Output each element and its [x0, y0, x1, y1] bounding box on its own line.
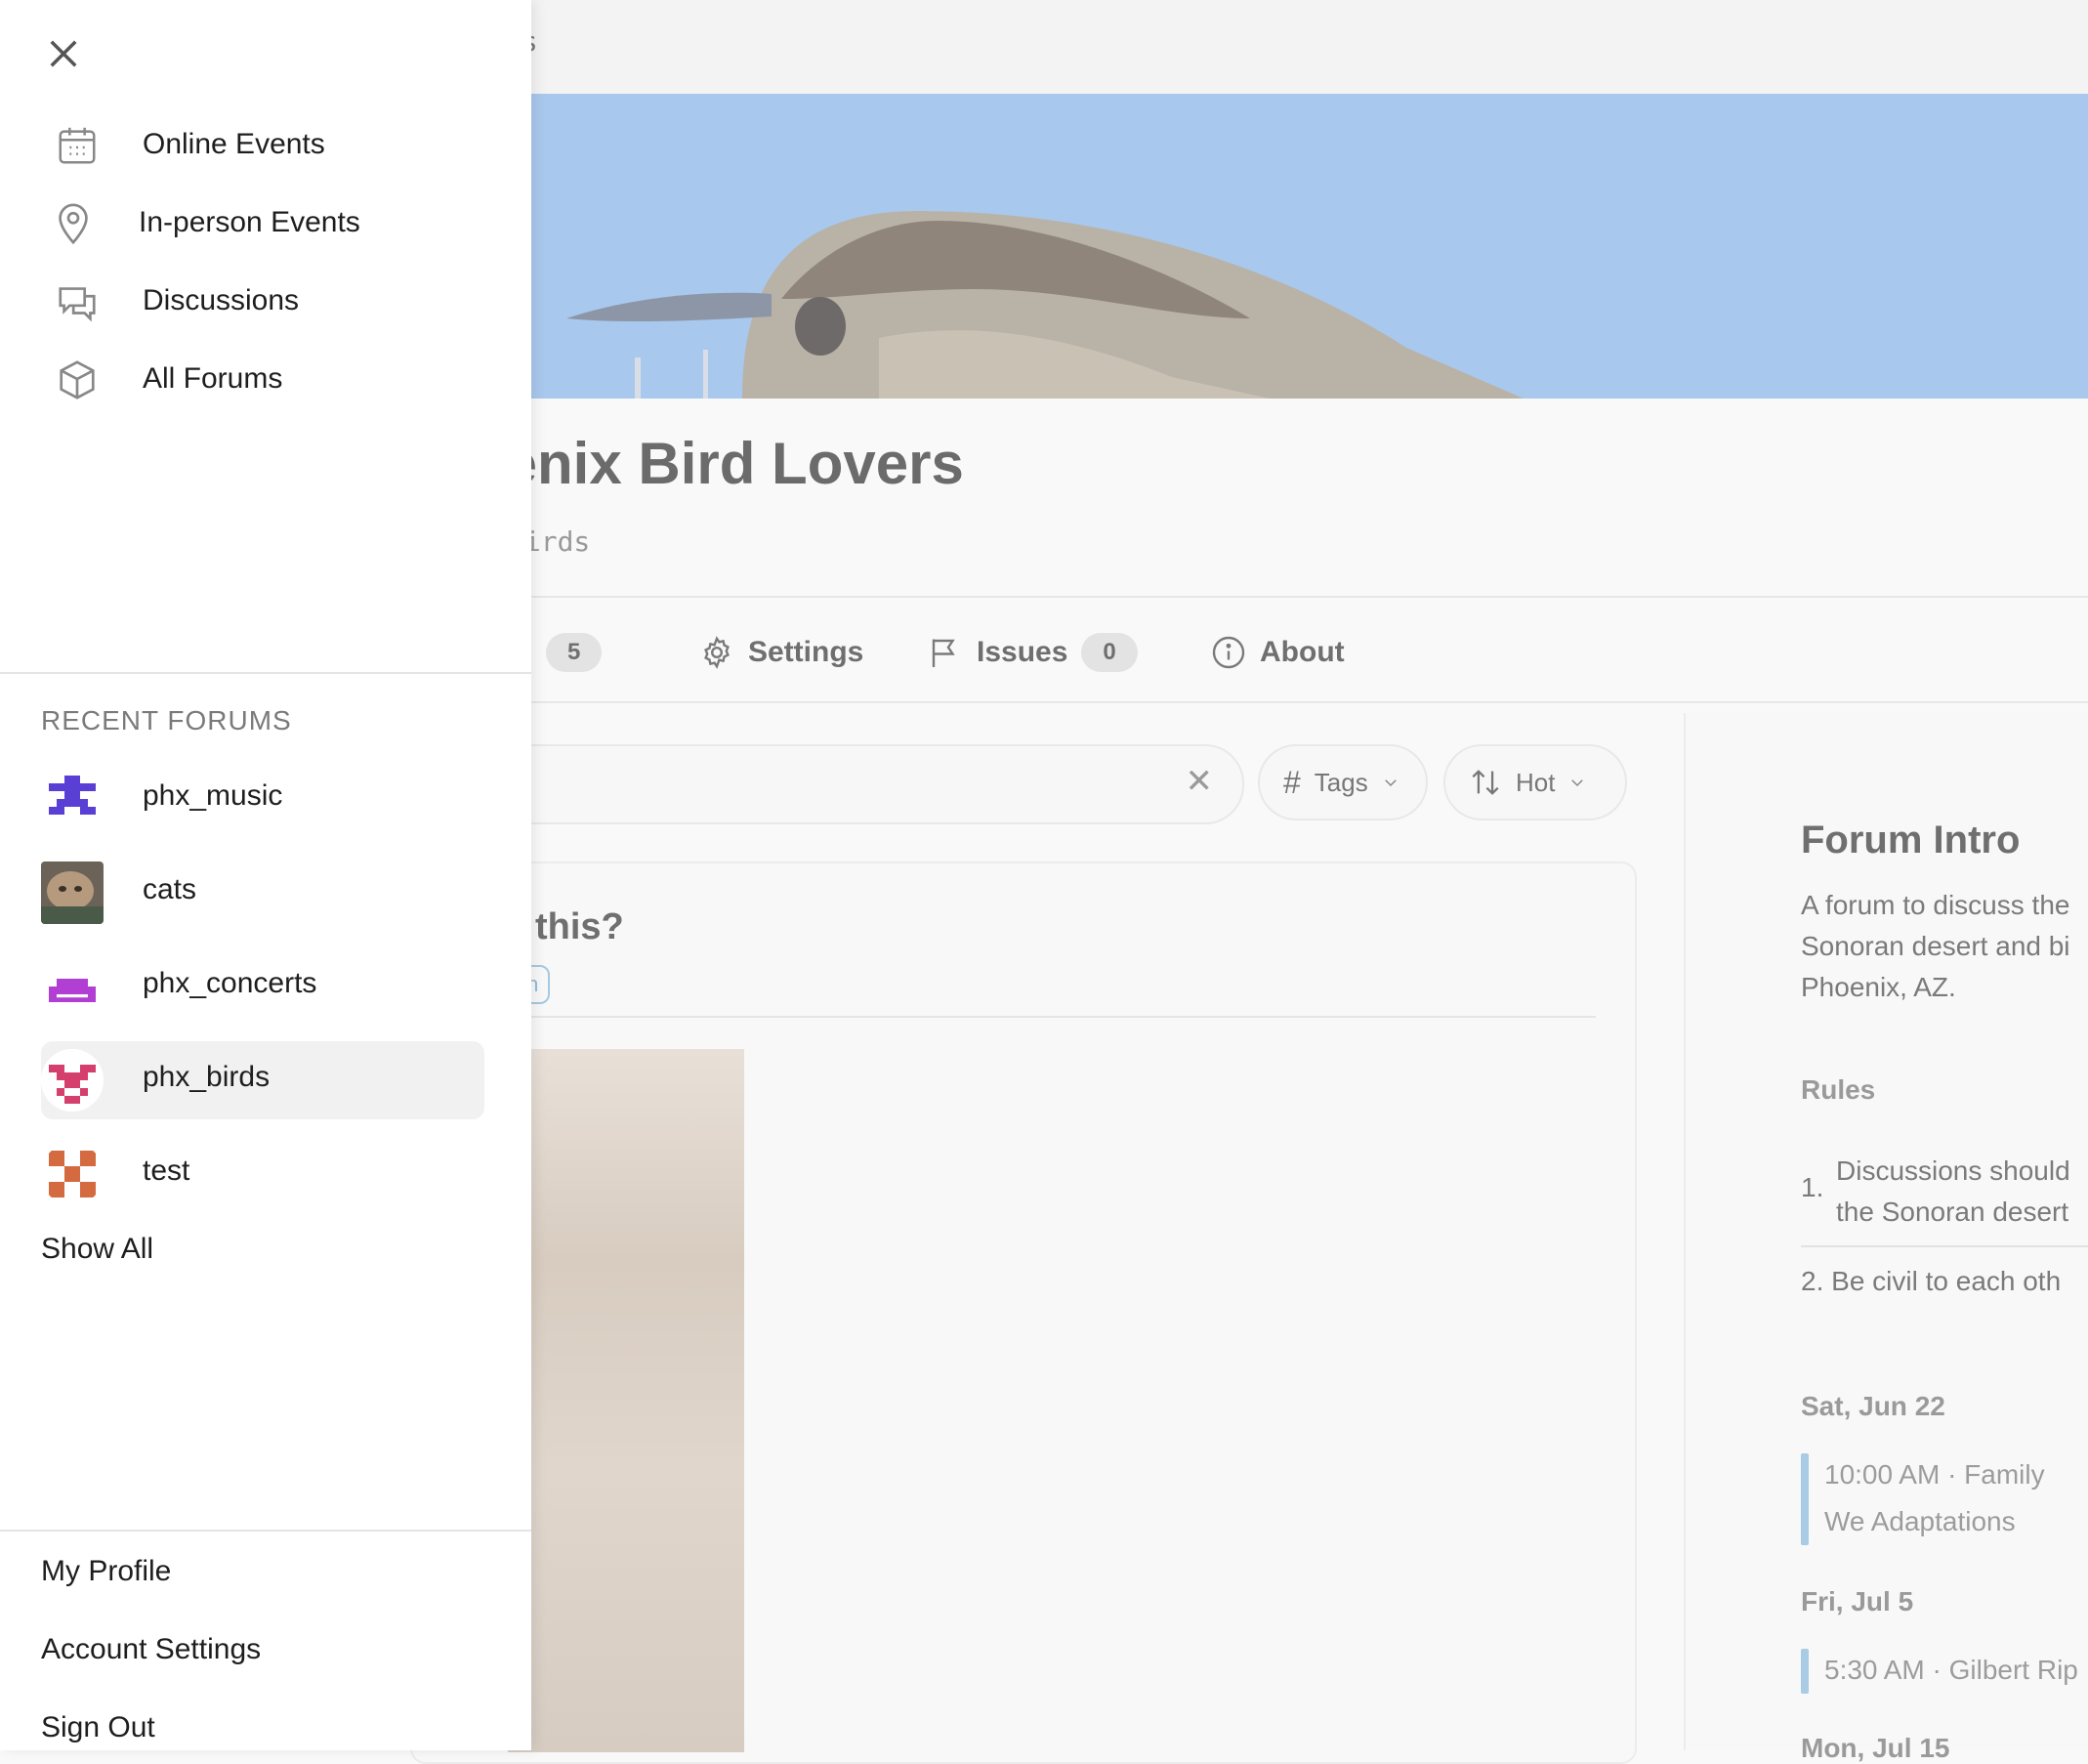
forum-avatar — [41, 1049, 104, 1112]
forum-intro-text: A forum to discuss the Sonoran desert an… — [1801, 890, 2070, 1002]
hash-icon: # — [1283, 764, 1301, 800]
chevron-down-icon — [1571, 779, 1584, 787]
nav-item-in-person-events[interactable]: In-person Events — [0, 184, 531, 262]
recent-forums-heading: RECENT FORUMS — [41, 705, 292, 735]
chat-bubbles-icon — [59, 287, 96, 322]
map-pin-icon — [59, 203, 88, 245]
tab-label: Issues — [977, 636, 1068, 668]
event-accent-bar — [1801, 1453, 1809, 1545]
event-accent-bar — [1801, 1649, 1809, 1694]
rule-item: 2. Be civil to each oth — [1801, 1266, 2061, 1297]
event-item[interactable]: 10:00 AM · Family We Adaptations — [1824, 1451, 2088, 1545]
forum-name: phx_concerts — [143, 967, 317, 999]
event-date: Sat, Jun 22 — [1801, 1391, 1945, 1421]
forum-title: oenix Bird Lovers — [469, 431, 964, 496]
rule-number: 1. — [1801, 1172, 1824, 1202]
tab-label: Settings — [748, 636, 864, 668]
cube-icon — [60, 360, 95, 399]
tab-issues[interactable]: Issues 0 — [928, 629, 1138, 676]
divider — [1801, 1245, 2088, 1247]
nav-item-online-events[interactable]: Online Events — [0, 105, 531, 184]
tab-settings[interactable]: Settings — [699, 629, 863, 676]
sort-label: Hot — [1516, 767, 1556, 797]
clear-search-icon[interactable]: ✕ — [1186, 762, 1214, 801]
event-item[interactable]: 5:30 AM · Gilbert Rip — [1824, 1647, 2078, 1694]
calendar-icon — [59, 127, 96, 164]
divider — [0, 1530, 531, 1532]
gear-icon — [704, 636, 730, 669]
info-icon — [1212, 636, 1245, 669]
recent-forum-phx-concerts[interactable]: phx_concerts — [41, 947, 484, 1026]
forum-name: phx_birds — [143, 1061, 271, 1093]
forum-intro-title: Forum Intro — [1801, 819, 2021, 861]
forum-avatar — [41, 955, 104, 1018]
rule-number: 2. — [1801, 1266, 1824, 1296]
divider — [508, 1016, 1596, 1018]
tags-label: Tags — [1314, 767, 1368, 797]
divider — [0, 672, 531, 674]
forum-name: cats — [143, 873, 197, 905]
nav-item-all-forums[interactable]: All Forums — [0, 340, 531, 418]
show-all-link[interactable]: Show All — [41, 1233, 153, 1266]
rule-text: Be civil to each oth — [1831, 1266, 2062, 1296]
close-icon[interactable] — [43, 33, 84, 74]
nav-item-discussions[interactable]: Discussions — [0, 262, 531, 340]
nav-item-label: In-person Events — [139, 206, 360, 238]
sort-arrows-icon — [1472, 770, 1499, 795]
recent-forum-phx-birds[interactable]: phx_birds — [41, 1041, 484, 1119]
post-image[interactable] — [508, 1049, 744, 1752]
recent-forum-cats[interactable]: cats — [41, 854, 484, 932]
forum-avatar — [41, 768, 104, 830]
flag-icon — [932, 639, 955, 667]
tab-count-badge: 5 — [546, 633, 603, 672]
account-settings-link[interactable]: Account Settings — [41, 1633, 261, 1666]
tab-label: About — [1260, 636, 1345, 668]
nav-item-label: All Forums — [143, 362, 283, 395]
event-date: Mon, Jul 15 — [1801, 1733, 1950, 1763]
my-profile-link[interactable]: My Profile — [41, 1555, 171, 1588]
tab-count-badge: 0 — [1081, 633, 1138, 672]
event-date: Fri, Jul 5 — [1801, 1586, 1914, 1617]
tab-about[interactable]: About — [1211, 629, 1345, 676]
nav-item-label: Discussions — [143, 284, 300, 316]
post-title[interactable]: this? — [535, 906, 624, 948]
cat-photo-avatar — [41, 861, 104, 924]
sign-out-link[interactable]: Sign Out — [41, 1711, 155, 1744]
chevron-down-icon — [1384, 779, 1397, 787]
navigation-drawer: Online Events In-person Events Discussio… — [0, 0, 531, 1750]
forum-avatar — [41, 1143, 104, 1205]
recent-forum-test[interactable]: test — [41, 1135, 484, 1213]
rule-text: Discussions should the Sonoran desert — [1836, 1155, 2070, 1227]
rules-title: Rules — [1801, 1074, 1876, 1105]
sort-dropdown[interactable]: Hot — [1443, 744, 1627, 820]
tags-filter-dropdown[interactable]: # Tags — [1258, 744, 1428, 820]
forum-name: phx_music — [143, 779, 283, 812]
recent-forum-phx-music[interactable]: phx_music — [41, 760, 484, 838]
nav-item-label: Online Events — [143, 128, 325, 160]
forum-name: test — [143, 1155, 190, 1187]
